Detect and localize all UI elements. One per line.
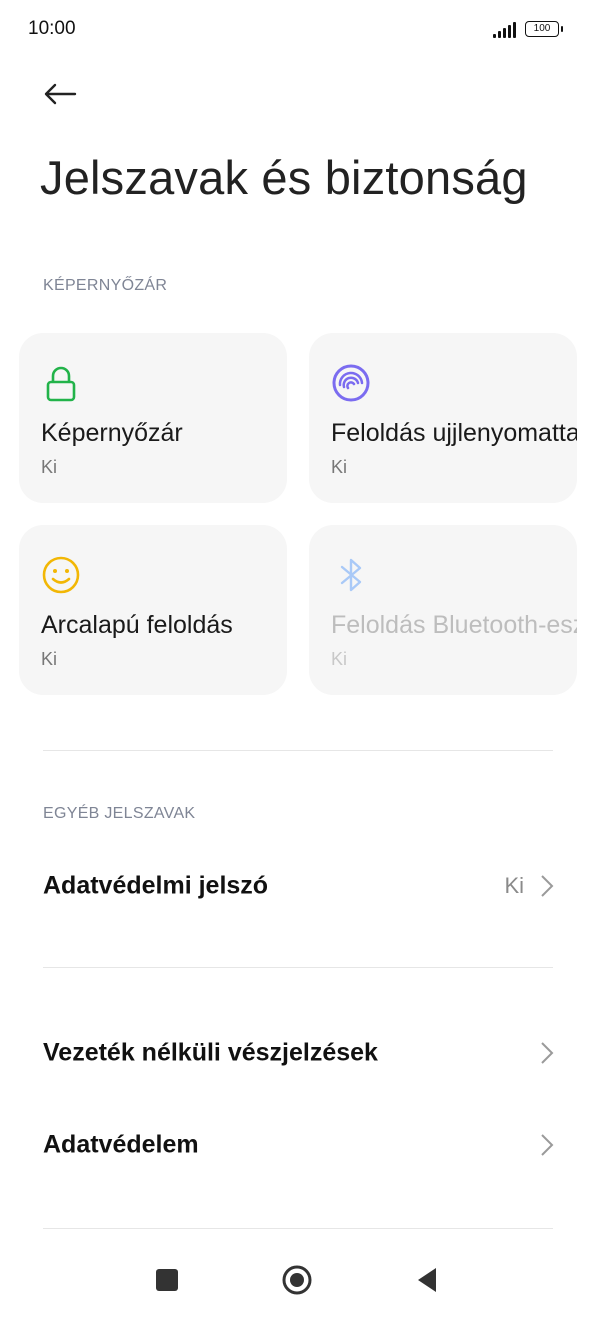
wireless-alerts-label: Vezeték nélküli vészjelzések	[43, 1038, 378, 1067]
recents-button[interactable]	[145, 1258, 189, 1302]
arrow-left-icon	[44, 83, 77, 105]
privacy-password-value: Ki	[504, 873, 524, 898]
home-button[interactable]	[275, 1258, 319, 1302]
card-title: Képernyőzár	[41, 419, 183, 447]
chevron-right-icon	[541, 1134, 554, 1156]
card-status: Ki	[331, 457, 348, 477]
back-button[interactable]	[36, 70, 84, 118]
page-title: Jelszavak és biztonság	[40, 151, 528, 204]
privacy-password-label: Adatvédelmi jelszó	[43, 871, 269, 900]
chevron-right-icon	[541, 1042, 554, 1064]
battery-icon: 100	[525, 21, 563, 37]
fingerprint-icon	[332, 364, 370, 402]
privacy-label: Adatvédelem	[43, 1130, 199, 1159]
back-icon	[418, 1268, 436, 1292]
divider	[43, 967, 553, 968]
section-header-other-passwords: EGYÉB JELSZAVAK	[43, 805, 196, 822]
face-icon	[42, 556, 80, 594]
wireless-alerts-item[interactable]: Vezeték nélküli vészjelzések	[0, 1008, 596, 1098]
navigation-bar	[0, 1236, 596, 1326]
card-status: Ki	[331, 649, 348, 669]
card-face-unlock[interactable]: Arcalapú feloldás Ki	[19, 525, 287, 695]
status-bar: 10:00 100	[0, 0, 596, 60]
lock-icon	[46, 366, 76, 402]
card-status: Ki	[41, 457, 58, 477]
privacy-item[interactable]: Adatvédelem	[0, 1100, 596, 1190]
card-status: Ki	[41, 649, 58, 669]
recents-icon	[156, 1269, 178, 1291]
card-title: Arcalapú feloldás	[41, 611, 233, 639]
card-title: Feloldás ujjlenyomattal	[331, 419, 577, 447]
section-header-screen-lock: KÉPERNYŐZÁR	[43, 277, 168, 294]
card-bluetooth-unlock[interactable]: Feloldás Bluetooth-eszközzel Ki	[309, 525, 577, 695]
bluetooth-icon	[340, 558, 362, 592]
back-nav-button[interactable]	[405, 1258, 449, 1302]
status-time: 10:00	[28, 18, 76, 39]
chevron-right-icon	[541, 875, 554, 897]
card-screen-lock[interactable]: Képernyőzár Ki	[19, 333, 287, 503]
divider	[43, 1228, 553, 1229]
privacy-password-item[interactable]: Adatvédelmi jelszó Ki	[0, 841, 596, 931]
card-fingerprint-unlock[interactable]: Feloldás ujjlenyomattal Ki	[309, 333, 577, 503]
home-icon	[282, 1265, 312, 1295]
card-title: Feloldás Bluetooth-eszközzel	[331, 611, 577, 639]
signal-icon	[493, 22, 519, 38]
divider	[43, 750, 553, 751]
